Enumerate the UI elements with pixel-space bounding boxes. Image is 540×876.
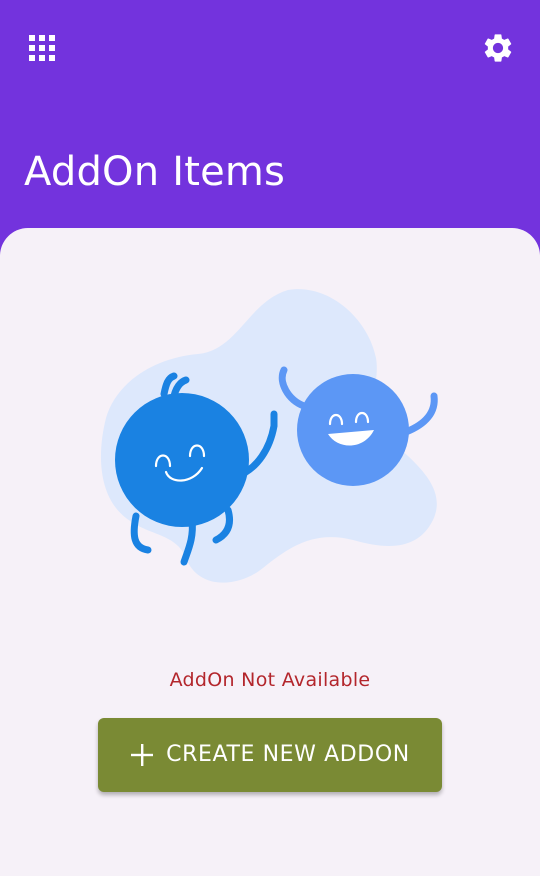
blue-character-body bbox=[115, 393, 249, 527]
apps-grid-icon bbox=[29, 35, 55, 61]
empty-state-illustration bbox=[100, 289, 438, 583]
create-new-addon-label: CREATE NEW ADDON bbox=[166, 742, 410, 767]
empty-state-message: AddOn Not Available bbox=[169, 669, 371, 691]
gear-icon bbox=[484, 34, 512, 62]
content-card: AddOn Not Available CREATE NEW ADDON bbox=[0, 228, 540, 876]
create-new-addon-button[interactable]: CREATE NEW ADDON bbox=[98, 718, 442, 792]
settings-button[interactable] bbox=[476, 26, 520, 70]
page-title: AddOn Items bbox=[24, 149, 286, 195]
app-header: AddOn Items bbox=[0, 0, 540, 260]
light-blue-character-body bbox=[297, 374, 409, 486]
plus-icon bbox=[130, 743, 154, 767]
top-app-bar bbox=[0, 0, 540, 96]
apps-menu-button[interactable] bbox=[22, 28, 62, 68]
